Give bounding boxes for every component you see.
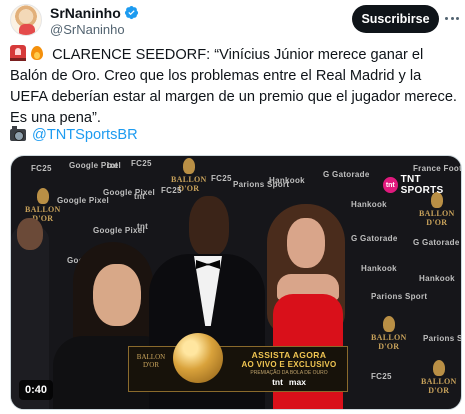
ballon-dor-logo: BALLON D'OR [371,316,407,351]
video-player[interactable]: FC25 Google Pixel tnt FC25 BALLON D'OR FC… [10,155,462,410]
avatar[interactable] [10,4,42,36]
source-link[interactable]: @TNTSportsBR [32,127,138,143]
promo-banner: BALLON D'OR ASSISTA AGORA AO VIVO E EXCL… [128,333,348,392]
tnt-sports-logo: tnt TNT SPORTS [383,174,461,196]
source-line: @TNTSportsBR [10,126,138,144]
siren-icon [10,45,26,61]
sponsor-logo: FC25 [131,159,152,168]
banner-line-3: PREMIAÇÃO DA BOLA DE OURO [250,370,328,376]
tweet-card: SrNaninho @SrNaninho Suscribirse CLARENC… [0,0,465,414]
golden-ball-icon [173,333,223,383]
banner-brands: tnt max [233,377,345,387]
sponsor-logo: G Gatorade [413,238,460,247]
sponsor-logo: Parions Sport [423,334,461,343]
interviewee-head [189,196,229,256]
author-display-name[interactable]: SrNaninho [50,5,121,21]
sponsor-logo: tnt [134,192,146,201]
channel-logo-text: TNT SPORTS [400,174,444,196]
reporter-face [93,264,141,326]
sponsor-logo: G Gatorade [351,234,398,243]
video-duration: 0:40 [19,380,54,400]
tnt-badge-icon: tnt [383,177,398,193]
banner-line-2: AO VIVO E EXCLUSIVO [241,360,337,369]
tweet-body: CLARENCE SEEDORF: “Vinícius Júnior merec… [10,47,457,126]
verified-badge-icon [124,5,138,20]
banner-text: ASSISTA AGORA AO VIVO E EXCLUSIVO PREMIA… [233,350,345,387]
display-name-row: SrNaninho [50,5,139,21]
sponsor-logo: Google Pixel [57,196,110,205]
sponsor-logo: FC25 [161,186,182,195]
ballon-dor-logo: BALLON D'OR [421,360,457,395]
max-brand: max [288,377,306,387]
sponsor-logo: FC25 [371,372,392,381]
tnt-brand: tnt [272,377,283,387]
sponsor-logo: Hankook [419,274,455,283]
banner-line-1: ASSISTA AGORA [251,350,327,360]
sponsor-logo: Parions Sport [371,292,428,301]
sponsor-logo: Google Pixel [103,188,156,197]
sponsor-logo: tnt [137,222,149,231]
sponsor-logo: tnt [107,161,119,170]
sponsor-logo: G Gatorade [323,170,370,179]
author-handle[interactable]: @SrNaninho [50,22,139,37]
tweet-text: CLARENCE SEEDORF: “Vinícius Júnior merec… [10,45,458,129]
woman-face [287,218,325,268]
more-options-icon[interactable] [443,8,461,28]
sponsor-logo: Hankook [269,176,305,185]
fire-icon [29,45,45,61]
author-info: SrNaninho @SrNaninho [50,5,139,37]
banner-ballon-label: BALLON D'OR [136,353,166,369]
sponsor-logo: Hankook [361,264,397,273]
camera-icon [10,126,26,141]
background-person-head [17,218,43,250]
sponsor-logo: France Football [413,164,462,173]
sponsor-logo: FC25 [31,164,52,173]
ballon-dor-logo: BALLON D'OR [419,192,455,227]
sponsor-logo: FC25 [211,174,232,183]
subscribe-button[interactable]: Suscribirse [352,5,439,33]
sponsor-logo: Hankook [351,200,387,209]
